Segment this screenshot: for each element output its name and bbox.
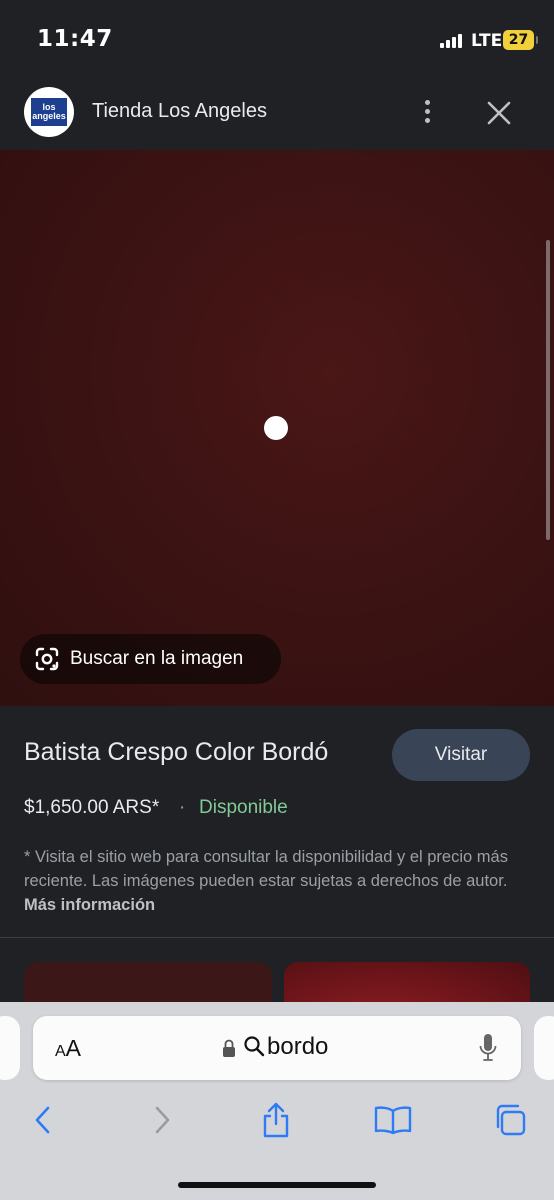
search-in-image-button[interactable]: Buscar en la imagen <box>20 634 281 684</box>
browser-toolbar <box>0 1098 554 1142</box>
status-bar: 11:47 LTE 27 <box>0 0 554 78</box>
more-info-link[interactable]: Más información <box>24 896 155 914</box>
divider <box>0 937 554 938</box>
share-button[interactable] <box>254 1098 298 1142</box>
network-type: LTE <box>471 31 503 51</box>
home-indicator <box>178 1182 376 1188</box>
image-hotspot-dot[interactable] <box>264 416 288 440</box>
tabs-icon <box>496 1104 526 1136</box>
forward-button[interactable] <box>140 1098 184 1142</box>
address-text: bordo <box>267 1033 329 1060</box>
tabs-button[interactable] <box>488 1098 532 1142</box>
back-button[interactable] <box>21 1098 65 1142</box>
forward-icon <box>155 1106 170 1134</box>
visit-button[interactable]: Visitar <box>392 729 530 781</box>
site-logo[interactable]: los angeles <box>24 87 74 137</box>
product-image[interactable]: Buscar en la imagen <box>0 150 554 706</box>
more-vert-icon[interactable] <box>418 98 438 126</box>
battery-icon: 27 <box>503 30 538 50</box>
browser-bottom-bar: AA bordo <box>0 1002 554 1200</box>
bookmarks-icon <box>374 1106 412 1135</box>
bookmarks-button[interactable] <box>371 1098 415 1142</box>
close-icon[interactable] <box>484 98 514 128</box>
viewer-header: los angeles Tienda Los Angeles <box>0 78 554 150</box>
next-tab-peek[interactable] <box>534 1016 554 1080</box>
scroll-indicator <box>546 240 550 540</box>
site-name[interactable]: Tienda Los Angeles <box>92 100 267 123</box>
availability-status: Disponible <box>199 797 288 818</box>
signal-icon <box>440 34 466 48</box>
share-icon <box>263 1102 289 1138</box>
status-time: 11:47 <box>37 26 113 52</box>
product-title: Batista Crespo Color Bordó <box>24 738 329 766</box>
mic-icon[interactable] <box>479 1033 497 1063</box>
text-size-button[interactable]: AA <box>55 1035 81 1062</box>
search-in-image-label: Buscar en la imagen <box>70 648 244 669</box>
back-icon <box>35 1106 50 1134</box>
google-lens-icon <box>35 647 59 671</box>
price-separator: · <box>179 797 186 818</box>
logo-mark: los angeles <box>31 98 67 126</box>
lock-icon <box>223 1039 235 1057</box>
address-bar[interactable]: AA bordo <box>33 1016 521 1080</box>
disclaimer-text: * Visita el sitio web para consultar la … <box>24 848 508 890</box>
disclaimer: * Visita el sitio web para consultar la … <box>24 845 524 917</box>
product-price: $1,650.00 ARS* <box>24 797 160 818</box>
search-icon <box>244 1036 265 1057</box>
previous-tab-peek[interactable] <box>0 1016 20 1080</box>
